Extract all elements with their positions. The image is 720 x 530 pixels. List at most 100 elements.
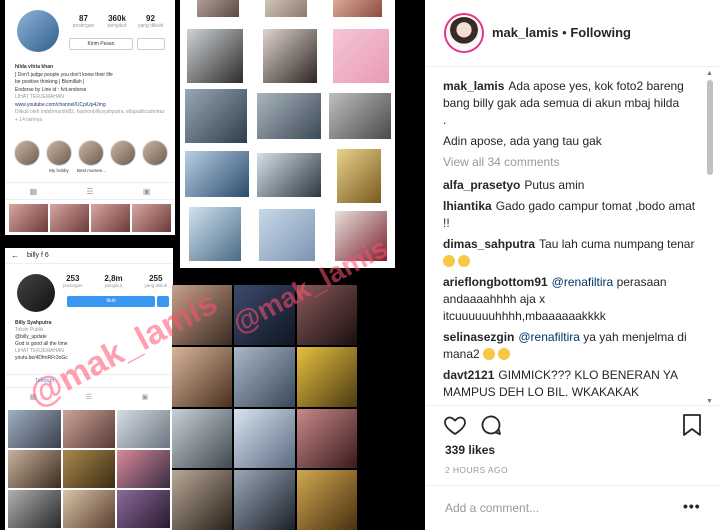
photo-thumb [254,90,324,142]
photo-thumb [62,490,116,528]
photo-grid-screenshot [180,0,395,268]
scroll-down-arrow-icon[interactable]: ▼ [706,398,713,405]
comment-username[interactable]: lhiantika [443,199,492,213]
photo-thumb [62,450,116,488]
photo-thumb [50,204,89,232]
comment-mention[interactable]: @renafiltira [552,275,614,289]
profile-stats: 87 postingan 360k pengikut 92 yang diikuti [67,14,167,29]
posts-label: postingan [63,283,83,288]
scroll-up-arrow-icon[interactable]: ▲ [706,70,713,77]
post-sidebar: mak_lamis • Following mak_lamis Ada apose… [425,0,720,530]
posts-count: 253 [66,274,80,283]
bio-line: be positive thinking | Bismillah | [15,79,85,85]
photo-grid [8,410,170,528]
suggest-dropdown-button [157,296,169,307]
photo-thumb [9,204,48,232]
comment-username[interactable]: arieflongbottom91 [443,275,548,289]
photo-thumb [8,450,61,488]
photo-thumb [334,146,384,206]
comment-mention[interactable]: @renafiltira [518,330,580,344]
profile-tabs: ▦ ☰ ▣ [5,182,175,200]
author-username[interactable]: mak_lamis [492,25,559,40]
comment-item: arieflongbottom91 @renafiltira perasaan a… [443,274,705,325]
laugh-emoji-icon [458,255,471,267]
profile-tabs: ▦ ☰ ▣ [5,388,173,406]
photo-thumb [132,204,171,232]
comments-list[interactable]: mak_lamis Ada apose yes, kok foto2 bareng… [443,78,705,400]
photo-thumb [184,26,246,86]
photo-thumb [234,346,295,407]
post-image[interactable]: 87 postingan 360k pengikut 92 yang diikuti … [0,0,425,530]
back-arrow-icon: ← [11,251,19,260]
post-timestamp: 2 HOURS AGO [445,465,508,475]
tagged-icon: ▣ [142,186,151,196]
photo-thumb [8,490,61,528]
profile-screenshot-billy: ← billy f 6 253 postingan 2,8m pengikut 25… [5,248,173,530]
caption-text: Adin apose, ada yang tau gak [443,134,602,148]
tagged-icon: ▣ [141,394,149,401]
translate-link: LIHAT TERJEMAHAN [15,94,64,100]
highlight-item: My hobby [45,140,73,173]
profile-handle: billy f 6 [27,252,49,259]
profile-header: ← billy f 6 [5,248,173,264]
phone-link: Telepon [5,374,173,388]
bookmark-icon[interactable] [681,413,703,442]
comment-username[interactable]: mak_lamis [443,79,504,93]
photo-grid [9,204,171,232]
profile-category: Tokoh Publik [15,327,44,333]
photo-thumb [182,86,250,146]
comment-item: davt2121 GIMMICK??? KLO BENERAN YA MAMPUS… [443,367,705,400]
message-button: Kirim Pesan [69,38,133,50]
avatar[interactable] [444,13,484,53]
highlight-item [109,140,137,173]
photo-thumb [172,346,233,407]
photo-thumb [256,206,318,264]
more-options-button[interactable]: ••• [683,498,701,514]
bio-handle: @billy_update [15,334,47,340]
posts-count: 87 [79,14,88,23]
comment-item: lhiantika Gado gado campur tomat ,bodo am… [443,198,705,232]
followers-count: 360k [108,14,126,23]
photo-thumb [296,346,357,407]
profile-bio: hilda vitria khan [ Don't judge people y… [15,64,169,124]
comment-item: selinasezgin @renafiltira ya yah menjelma… [443,329,705,363]
likes-count[interactable]: 339 likes [445,443,495,457]
follow-dropdown-button [137,38,165,50]
heart-icon[interactable] [443,413,467,442]
profile-stats: 253 postingan 2,8m pengikut 255 yang diikut… [63,274,167,288]
post-actions [425,405,720,445]
bio-link: youtu.be/4DfmRFr3oGc [15,355,68,361]
photo-thumb [262,0,310,20]
translate-link: LIHAT TERJEMAHAN [15,348,64,354]
laugh-emoji-icon [498,348,511,360]
follow-button: Ikuti [67,296,155,307]
comment-username[interactable]: alfa_prasetyo [443,178,520,192]
following-count: 255 [149,274,163,283]
list-icon: ☰ [85,394,93,401]
caption: mak_lamis Ada apose yes, kok foto2 bareng… [443,78,705,150]
following-button[interactable]: Following [570,25,631,40]
profile-name: Billy Syahputra [15,320,52,326]
photo-thumb [91,204,130,232]
list-icon: ☰ [86,186,94,196]
highlight-item [13,140,41,173]
photo-thumb [296,470,357,530]
avatar [17,10,59,52]
add-comment-input[interactable] [445,498,675,518]
comment-icon[interactable] [479,413,503,442]
following-label: yang diikuti [137,23,163,29]
comment-text: Putus amin [524,178,585,192]
scroll-thumb[interactable] [707,80,713,175]
view-all-comments-link[interactable]: View all 34 comments [443,154,705,171]
separator-dot: • [562,25,567,40]
photo-thumb [182,148,252,200]
comment-username[interactable]: davt2121 [443,368,494,382]
photo-thumb [330,26,392,86]
comment-username[interactable]: dimas_sahputra [443,237,535,251]
highlight-item [141,140,169,173]
photo-thumb [330,0,385,20]
photo-thumb [172,408,233,469]
photo-thumb [186,204,244,264]
comment-username[interactable]: selinasezgin [443,330,514,344]
comments-scrollbar[interactable]: ▲ ▼ [706,70,714,405]
